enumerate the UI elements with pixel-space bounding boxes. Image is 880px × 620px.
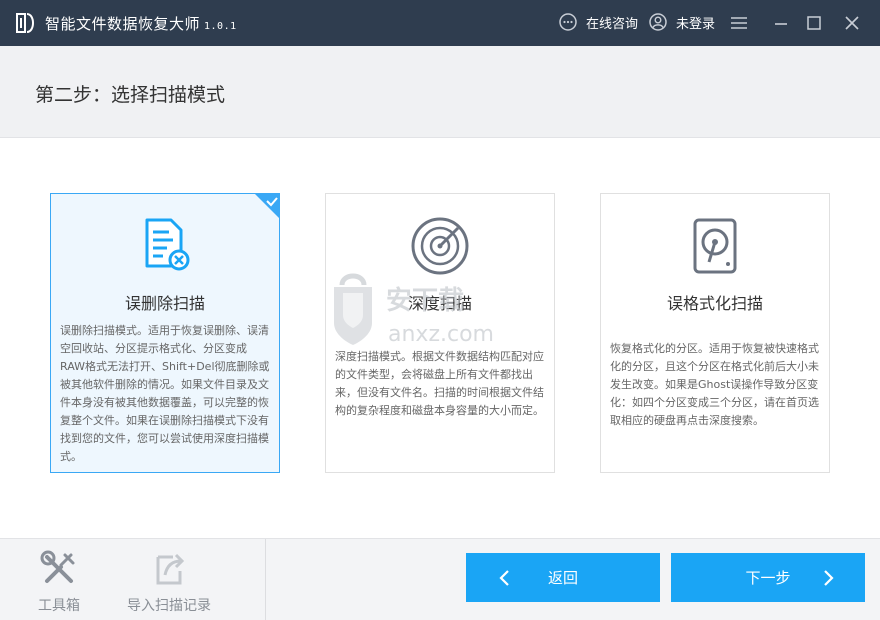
app-name: 智能文件数据恢复大师 — [45, 15, 201, 33]
app-title: 智能文件数据恢复大师 1.0.1 — [45, 13, 237, 34]
maximize-icon — [807, 16, 821, 30]
login-label: 未登录 — [676, 16, 716, 32]
scan-mode-panel: 误删除扫描 误删除扫描模式。适用于恢复误删除、误清空回收站、分区提示格式化、分区… — [0, 138, 880, 538]
online-consult-label: 在线咨询 — [586, 16, 639, 32]
menu-icon — [731, 17, 747, 29]
online-consult-button[interactable]: 在线咨询 — [558, 12, 638, 32]
mode-description: 误删除扫描模式。适用于恢复误删除、误清空回收站、分区提示格式化、分区变成RAW格… — [60, 324, 270, 463]
document-delete-icon — [145, 218, 190, 271]
app-version: 1.0.1 — [204, 21, 237, 32]
mode-title: 误删除扫描 — [124, 294, 205, 313]
import-record-icon — [156, 553, 185, 585]
mode-title: 深度扫描 — [407, 294, 472, 313]
hard-disk-icon — [693, 218, 737, 274]
mode-card-deleted-scan[interactable]: 误删除扫描 误删除扫描模式。适用于恢复误删除、误清空回收站、分区提示格式化、分区… — [50, 193, 280, 473]
tools-icon — [40, 550, 75, 583]
login-button[interactable]: 未登录 — [648, 12, 715, 32]
next-label: 下一步 — [745, 569, 791, 587]
chevron-left-icon — [499, 570, 509, 586]
step-header: 第二步：选择扫描模式 — [0, 46, 880, 138]
radar-icon — [411, 217, 469, 275]
app-logo-icon — [16, 13, 34, 33]
back-button[interactable]: 返回 — [466, 553, 660, 602]
close-icon — [845, 16, 859, 30]
close-button[interactable] — [841, 12, 863, 34]
import-scan-record-label: 导入扫描记录 — [127, 598, 211, 614]
menu-button[interactable] — [728, 12, 750, 34]
mode-card-format-scan[interactable]: 误格式化扫描 恢复格式化的分区。适用于恢复被快速格式化的分区，且这个分区在格式化… — [600, 193, 830, 473]
mode-description: 深度扫描模式。根据文件数据结构匹配对应的文件类型，会将磁盘上所有文件都找出来，但… — [335, 350, 544, 417]
next-button[interactable]: 下一步 — [671, 553, 865, 602]
back-label: 返回 — [547, 569, 578, 587]
mode-title: 误格式化扫描 — [666, 294, 763, 313]
toolbox-label: 工具箱 — [38, 598, 80, 614]
step-title: 第二步：选择扫描模式 — [35, 84, 226, 106]
bottom-divider — [265, 539, 266, 620]
user-icon — [649, 13, 667, 31]
import-scan-record-button[interactable]: 导入扫描记录 — [127, 549, 211, 615]
checkmark-icon — [254, 193, 280, 219]
chevron-right-icon — [824, 570, 834, 586]
chat-icon — [559, 13, 577, 31]
maximize-button[interactable] — [803, 12, 825, 34]
title-bar: 智能文件数据恢复大师 1.0.1 在线咨询 未登录 — [0, 0, 880, 46]
bottom-bar: 工具箱 导入扫描记录 返回 下一步 — [0, 538, 880, 620]
mode-card-deep-scan[interactable]: 深度扫描 深度扫描模式。根据文件数据结构匹配对应的文件类型，会将磁盘上所有文件都… — [325, 193, 555, 473]
minimize-icon — [775, 23, 787, 25]
toolbox-button[interactable]: 工具箱 — [38, 549, 80, 615]
mode-description: 恢复格式化的分区。适用于恢复被快速格式化的分区，且这个分区在格式化前后大小未发生… — [610, 342, 819, 427]
minimize-button[interactable] — [770, 12, 792, 34]
